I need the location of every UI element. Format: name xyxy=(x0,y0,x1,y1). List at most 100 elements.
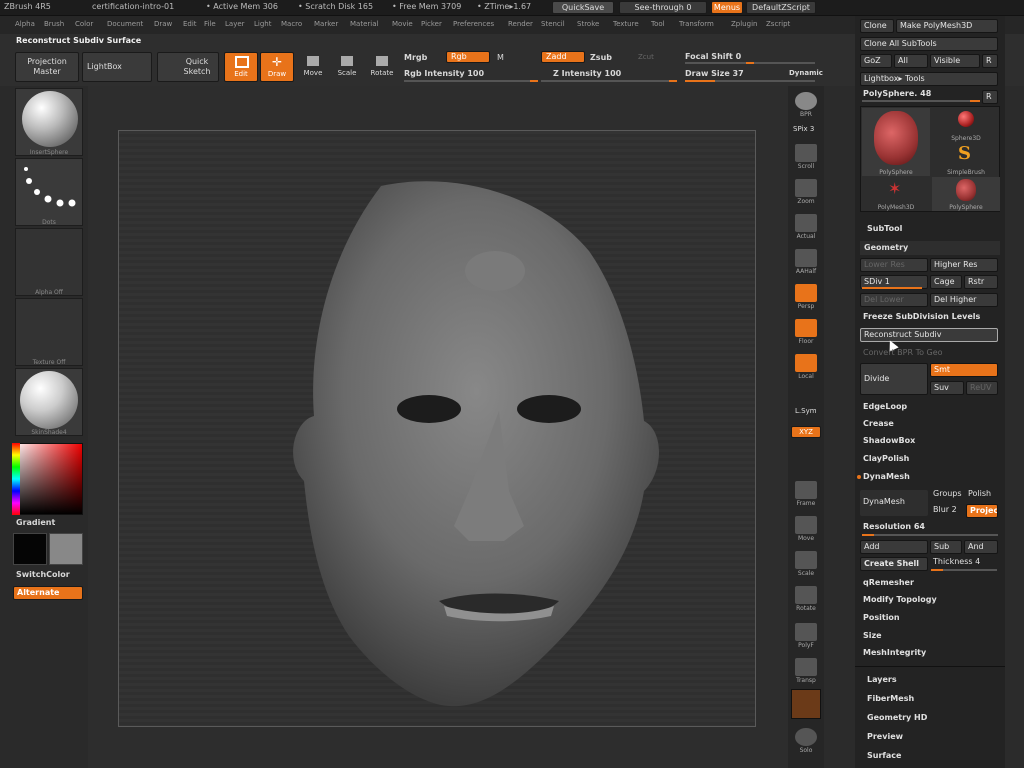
add-button[interactable]: Add xyxy=(860,540,928,554)
menu-macro[interactable]: Macro xyxy=(281,20,302,28)
rgb-intensity-track[interactable] xyxy=(404,80,538,82)
position-header[interactable]: Position xyxy=(863,613,900,622)
edgeloop-header[interactable]: EdgeLoop xyxy=(863,402,907,411)
thickness-slider[interactable]: Thickness 4 xyxy=(933,557,980,566)
cage-button[interactable]: Cage xyxy=(930,275,962,289)
z-intensity-track[interactable] xyxy=(541,80,677,82)
qremesher-header[interactable]: qRemesher xyxy=(863,578,914,587)
all-button[interactable]: All xyxy=(894,54,928,68)
aahalf-button[interactable]: AAHalf xyxy=(791,249,821,281)
menu-material[interactable]: Material xyxy=(350,20,378,28)
menu-transform[interactable]: Transform xyxy=(679,20,714,28)
zadd-toggle[interactable]: Zadd xyxy=(541,51,585,63)
dynamic-toggle[interactable]: Dynamic xyxy=(789,69,823,77)
actual-button[interactable]: Actual xyxy=(791,214,821,246)
zoom-button[interactable]: Zoom xyxy=(791,179,821,211)
menu-light[interactable]: Light xyxy=(254,20,271,28)
project-toggle[interactable]: Project xyxy=(966,504,998,518)
menu-texture[interactable]: Texture xyxy=(613,20,639,28)
surface-header[interactable]: Surface xyxy=(867,751,901,760)
menu-edit[interactable]: Edit xyxy=(183,20,197,28)
quick-sketch-button[interactable]: Quick Sketch xyxy=(157,52,219,82)
edit-button[interactable]: Edit xyxy=(224,52,258,82)
visible-button[interactable]: Visible xyxy=(930,54,980,68)
rotate-tool-button[interactable]: Rotate xyxy=(791,586,821,618)
focal-shift-slider[interactable]: Focal Shift 0 xyxy=(685,52,741,61)
create-shell-button[interactable]: Create Shell xyxy=(860,557,928,571)
tool-simplebrush[interactable]: S SimpleBrush xyxy=(932,142,1000,176)
scale-tool-button[interactable]: Scale xyxy=(791,551,821,583)
clone-all-subtools-button[interactable]: Clone All SubTools xyxy=(860,37,998,51)
polysphere-track[interactable] xyxy=(862,100,980,102)
resolution-slider[interactable]: Resolution 64 xyxy=(863,522,925,531)
local-button[interactable]: Local xyxy=(791,354,821,386)
smt-toggle[interactable]: Smt xyxy=(930,363,998,377)
menu-zscript[interactable]: Zscript xyxy=(766,20,790,28)
rstr-button[interactable]: Rstr xyxy=(964,275,998,289)
menu-picker[interactable]: Picker xyxy=(421,20,442,28)
menu-tool[interactable]: Tool xyxy=(651,20,665,28)
lightbox-tools-button[interactable]: Lightbox▸ Tools xyxy=(860,72,998,86)
frame-button[interactable]: Frame xyxy=(791,481,821,513)
dynamesh-header[interactable]: DynaMesh xyxy=(863,472,910,481)
bpr-button[interactable]: BPR xyxy=(791,92,821,124)
ghost-button[interactable] xyxy=(791,689,821,719)
dynamesh-button[interactable]: DynaMesh xyxy=(860,490,928,516)
menu-stroke[interactable]: Stroke xyxy=(577,20,599,28)
reconstruct-subdiv-button[interactable]: Reconstruct Subdiv xyxy=(860,328,998,342)
lightbox-button[interactable]: LightBox xyxy=(82,52,152,82)
tool-sphere3d[interactable]: Sphere3D xyxy=(932,108,1000,142)
higher-res-button[interactable]: Higher Res xyxy=(930,258,998,272)
convert-bpr-button[interactable]: Convert BPR To Geo xyxy=(863,348,943,357)
defaultzscript-button[interactable]: DefaultZScript xyxy=(746,1,816,14)
goz-r-button[interactable]: R xyxy=(982,54,998,68)
secondary-color-swatch[interactable] xyxy=(49,533,83,565)
del-lower-button[interactable]: Del Lower xyxy=(860,293,928,307)
preview-header[interactable]: Preview xyxy=(867,732,903,741)
menu-file[interactable]: File xyxy=(204,20,216,28)
geometry-hd-header[interactable]: Geometry HD xyxy=(867,713,927,722)
floor-button[interactable]: Floor xyxy=(791,319,821,351)
draw-button[interactable]: ✛ Draw xyxy=(260,52,294,82)
gradient-toggle[interactable]: Gradient xyxy=(16,518,55,527)
and-button[interactable]: And xyxy=(964,540,998,554)
polish-toggle[interactable]: Polish xyxy=(968,489,991,498)
lsym-button[interactable]: L.Sym xyxy=(795,407,817,415)
menu-zplugin[interactable]: Zplugin xyxy=(731,20,757,28)
clone-button[interactable]: Clone xyxy=(860,19,894,33)
tool-polysphere-2[interactable]: PolySphere xyxy=(932,177,1000,211)
tool-polymesh3d[interactable]: ✶ PolyMesh3D xyxy=(862,177,930,211)
suv-toggle[interactable]: Suv xyxy=(930,381,964,395)
menu-alpha[interactable]: Alpha xyxy=(15,20,35,28)
z-intensity-slider[interactable]: Z Intensity 100 xyxy=(553,69,621,78)
spix-slider[interactable]: SPix 3 xyxy=(793,125,814,133)
fibermesh-header[interactable]: FiberMesh xyxy=(867,694,914,703)
material-thumbnail[interactable]: SkinShade4 xyxy=(15,368,83,436)
menu-brush[interactable]: Brush xyxy=(44,20,64,28)
switchcolor-button[interactable]: SwitchColor xyxy=(16,570,70,579)
lower-res-button[interactable]: Lower Res xyxy=(860,258,928,272)
persp-button[interactable]: Persp xyxy=(791,284,821,316)
seethrough-slider[interactable]: See-through 0 xyxy=(619,1,707,14)
menu-render[interactable]: Render xyxy=(508,20,533,28)
color-picker[interactable] xyxy=(12,443,83,515)
layers-header[interactable]: Layers xyxy=(867,675,897,684)
tool-polysphere-active[interactable]: PolySphere xyxy=(862,108,930,176)
modify-topology-header[interactable]: Modify Topology xyxy=(863,595,937,604)
sub-button[interactable]: Sub xyxy=(930,540,962,554)
polysphere-slider[interactable]: PolySphere. 48 xyxy=(863,89,931,98)
menu-marker[interactable]: Marker xyxy=(314,20,338,28)
geometry-header[interactable]: Geometry xyxy=(860,241,1000,255)
move-tool-button[interactable]: Move xyxy=(791,516,821,548)
xyz-button[interactable]: XYZ xyxy=(791,426,821,438)
mrgb-toggle[interactable]: Mrgb xyxy=(404,53,427,62)
del-higher-button[interactable]: Del Higher xyxy=(930,293,998,307)
primary-color-swatch[interactable] xyxy=(13,533,47,565)
scale-button[interactable]: Scale xyxy=(331,52,363,82)
menus-button[interactable]: Menus xyxy=(711,1,743,14)
move-button[interactable]: Move xyxy=(297,52,329,82)
menu-preferences[interactable]: Preferences xyxy=(453,20,494,28)
subtool-header[interactable]: SubTool xyxy=(867,224,902,233)
stroke-thumbnail[interactable]: Dots xyxy=(15,158,83,226)
menu-layer[interactable]: Layer xyxy=(225,20,245,28)
